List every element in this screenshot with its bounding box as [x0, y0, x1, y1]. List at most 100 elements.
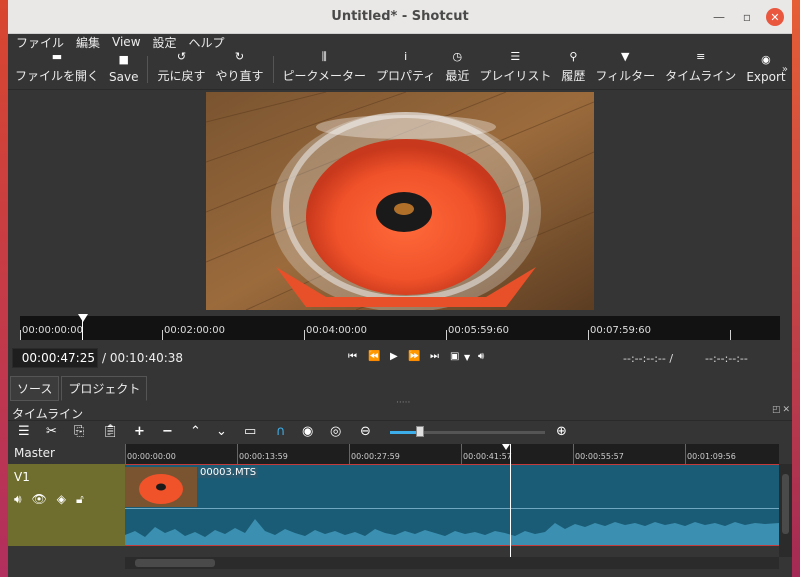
export-label: Export — [746, 70, 786, 84]
zoom-in-icon[interactable]: ⊕ — [556, 424, 567, 439]
properties-button[interactable]: i プロパティ — [371, 50, 440, 89]
filters-label: フィルター — [595, 69, 656, 83]
timeline-ruler-label: 00:00:27:59 — [351, 452, 400, 461]
ruler-label: 00:07:59:60 — [590, 325, 652, 336]
composite-layers-icon[interactable]: ◈ — [57, 492, 66, 507]
recent-button[interactable]: ◷ 最近 — [440, 50, 474, 89]
filters-button[interactable]: ▼ フィルター — [590, 50, 660, 89]
dock-resize-grip[interactable]: ····· — [396, 398, 410, 408]
title-bar[interactable]: Untitled* - Shotcut — ▫ ✕ — [8, 0, 792, 34]
save-button[interactable]: ■ Save — [104, 50, 143, 89]
ripple-icon[interactable]: ◎ — [330, 424, 341, 439]
scrub-icon[interactable]: ◉ — [302, 424, 313, 439]
timeline-playhead-line — [510, 444, 511, 557]
timeline-ruler[interactable]: 00:00:00:00 00:00:13:59 00:00:27:59 00:0… — [125, 444, 779, 464]
in-point: --:--:--:-- / — [623, 352, 674, 365]
v1-track-header[interactable]: V1 🔊︎ 👁︎ ◈ 🔓︎ — [8, 464, 125, 546]
visibility-eye-icon[interactable]: 👁︎ — [32, 492, 47, 507]
filter-icon: ▼ — [621, 50, 630, 63]
timeline-ruler-tick — [685, 444, 686, 464]
ruler-tick — [304, 330, 305, 340]
tab-project[interactable]: プロジェクト — [61, 376, 148, 401]
minimize-icon[interactable]: — — [710, 8, 728, 26]
volume-icon[interactable]: 🔊︎ — [478, 351, 484, 362]
menu-file[interactable]: ファイル — [16, 34, 64, 51]
menu-help[interactable]: ヘルプ — [189, 34, 225, 51]
history-button[interactable]: ⚲ 履歴 — [556, 50, 590, 89]
playhead-line — [82, 318, 83, 340]
remove-icon[interactable]: − — [162, 424, 173, 439]
recent-label: 最近 — [445, 69, 470, 83]
video-clip[interactable]: 00003.MTS — [125, 464, 779, 546]
grid-toggle-icon[interactable]: ▣ — [450, 351, 459, 362]
list-icon: ☰ — [510, 50, 521, 63]
master-track-header[interactable]: Master — [8, 444, 125, 464]
toolbar-separator — [272, 56, 274, 83]
track-name: V1 — [14, 470, 30, 484]
ruler-label: 00:00:00:00 — [22, 325, 84, 336]
timeline-ruler-label: 00:01:09:56 — [687, 452, 736, 461]
lock-icon[interactable]: 🔓︎ — [76, 492, 84, 507]
info-icon: i — [404, 50, 408, 63]
save-label: Save — [109, 70, 139, 84]
playhead-marker-icon[interactable] — [78, 314, 88, 322]
timeline-vertical-scrollbar[interactable] — [779, 464, 792, 557]
play-icon[interactable]: ▶ — [390, 351, 398, 362]
undo-button[interactable]: ↺ 元に戻す — [152, 50, 210, 89]
menu-icon[interactable]: ☰ — [18, 424, 30, 439]
skip-to-start-icon[interactable]: ⏮ — [348, 351, 357, 362]
meter-icon: ⫼ — [321, 50, 327, 63]
ruler-label: 00:05:59:60 — [448, 325, 510, 336]
menu-view[interactable]: View — [112, 35, 140, 49]
desktop-background-right — [792, 0, 800, 577]
paste-icon[interactable]: 📋︎ — [102, 424, 119, 439]
timeline-toolbar: ☰ ✂ ⎘ 📋︎ + − ⌃ ⌄ ▭ ∩ ◉ ◎ ⊖ ⊕ — [8, 420, 792, 444]
dock-controls: ◰ ✕ — [772, 405, 790, 415]
timeline-ruler-label: 00:00:13:59 — [239, 452, 288, 461]
history-icon: ⚲ — [569, 50, 578, 63]
overwrite-icon[interactable]: ⌄ — [216, 424, 227, 439]
dropdown-arrow-icon[interactable]: ▼ — [464, 353, 470, 362]
menu-settings[interactable]: 設定 — [153, 34, 177, 51]
close-dock-icon[interactable]: ✕ — [782, 405, 790, 415]
shotcut-window: Untitled* - Shotcut — ▫ ✕ ファイル 編集 View 設… — [8, 0, 792, 577]
lift-icon[interactable]: ⌃ — [190, 424, 201, 439]
append-icon[interactable]: + — [134, 424, 145, 439]
zoom-out-icon[interactable]: ⊖ — [360, 424, 371, 439]
split-icon[interactable]: ▭ — [244, 424, 256, 439]
float-dock-icon[interactable]: ◰ — [772, 405, 781, 415]
maximize-icon[interactable]: ▫ — [738, 8, 756, 26]
total-duration: / 00:10:40:38 — [102, 351, 184, 365]
menu-edit[interactable]: 編集 — [76, 34, 100, 51]
timeline-playhead-icon[interactable] — [502, 444, 510, 450]
toolbar-overflow-icon[interactable]: » — [782, 64, 788, 75]
horizontal-scroll-thumb[interactable] — [135, 559, 215, 567]
cut-icon[interactable]: ✂ — [46, 424, 57, 439]
properties-label: プロパティ — [376, 69, 436, 83]
window-controls: — ▫ ✕ — [710, 8, 784, 26]
mute-icon[interactable]: 🔊︎ — [14, 492, 22, 507]
video-frame[interactable] — [206, 92, 594, 310]
timeline-horizontal-scrollbar[interactable] — [125, 557, 779, 569]
window-title: Untitled* - Shotcut — [331, 9, 469, 24]
copy-icon[interactable]: ⎘ — [74, 424, 84, 439]
tab-source[interactable]: ソース — [10, 376, 60, 401]
scrub-ruler[interactable]: 00:00:00:00 00:02:00:00 00:04:00:00 00:0… — [20, 314, 780, 340]
rewind-icon[interactable]: ⏪ — [368, 351, 380, 362]
zoom-slider-handle[interactable] — [416, 426, 424, 437]
peak-meter-button[interactable]: ⫼ ピークメーター — [278, 50, 372, 89]
fast-forward-icon[interactable]: ⏩ — [408, 351, 420, 362]
snap-icon[interactable]: ∩ — [276, 424, 286, 439]
undo-label: 元に戻す — [157, 69, 206, 83]
redo-button[interactable]: ↻ やり直す — [211, 50, 269, 89]
skip-to-end-icon[interactable]: ⏭ — [430, 351, 439, 362]
current-timecode-field[interactable]: 00:00:47:25 — [12, 348, 98, 368]
ruler-tick — [446, 330, 447, 340]
vertical-scroll-thumb[interactable] — [782, 474, 789, 534]
timeline-ruler-label: 00:00:41:57 — [463, 452, 512, 461]
timeline-icon: ≡ — [696, 50, 706, 63]
open-file-button[interactable]: ▬ ファイルを開く — [10, 50, 104, 89]
playlist-button[interactable]: ☰ プレイリスト — [474, 50, 556, 89]
timeline-button[interactable]: ≡ タイムライン — [660, 50, 741, 89]
close-icon[interactable]: ✕ — [766, 8, 784, 26]
